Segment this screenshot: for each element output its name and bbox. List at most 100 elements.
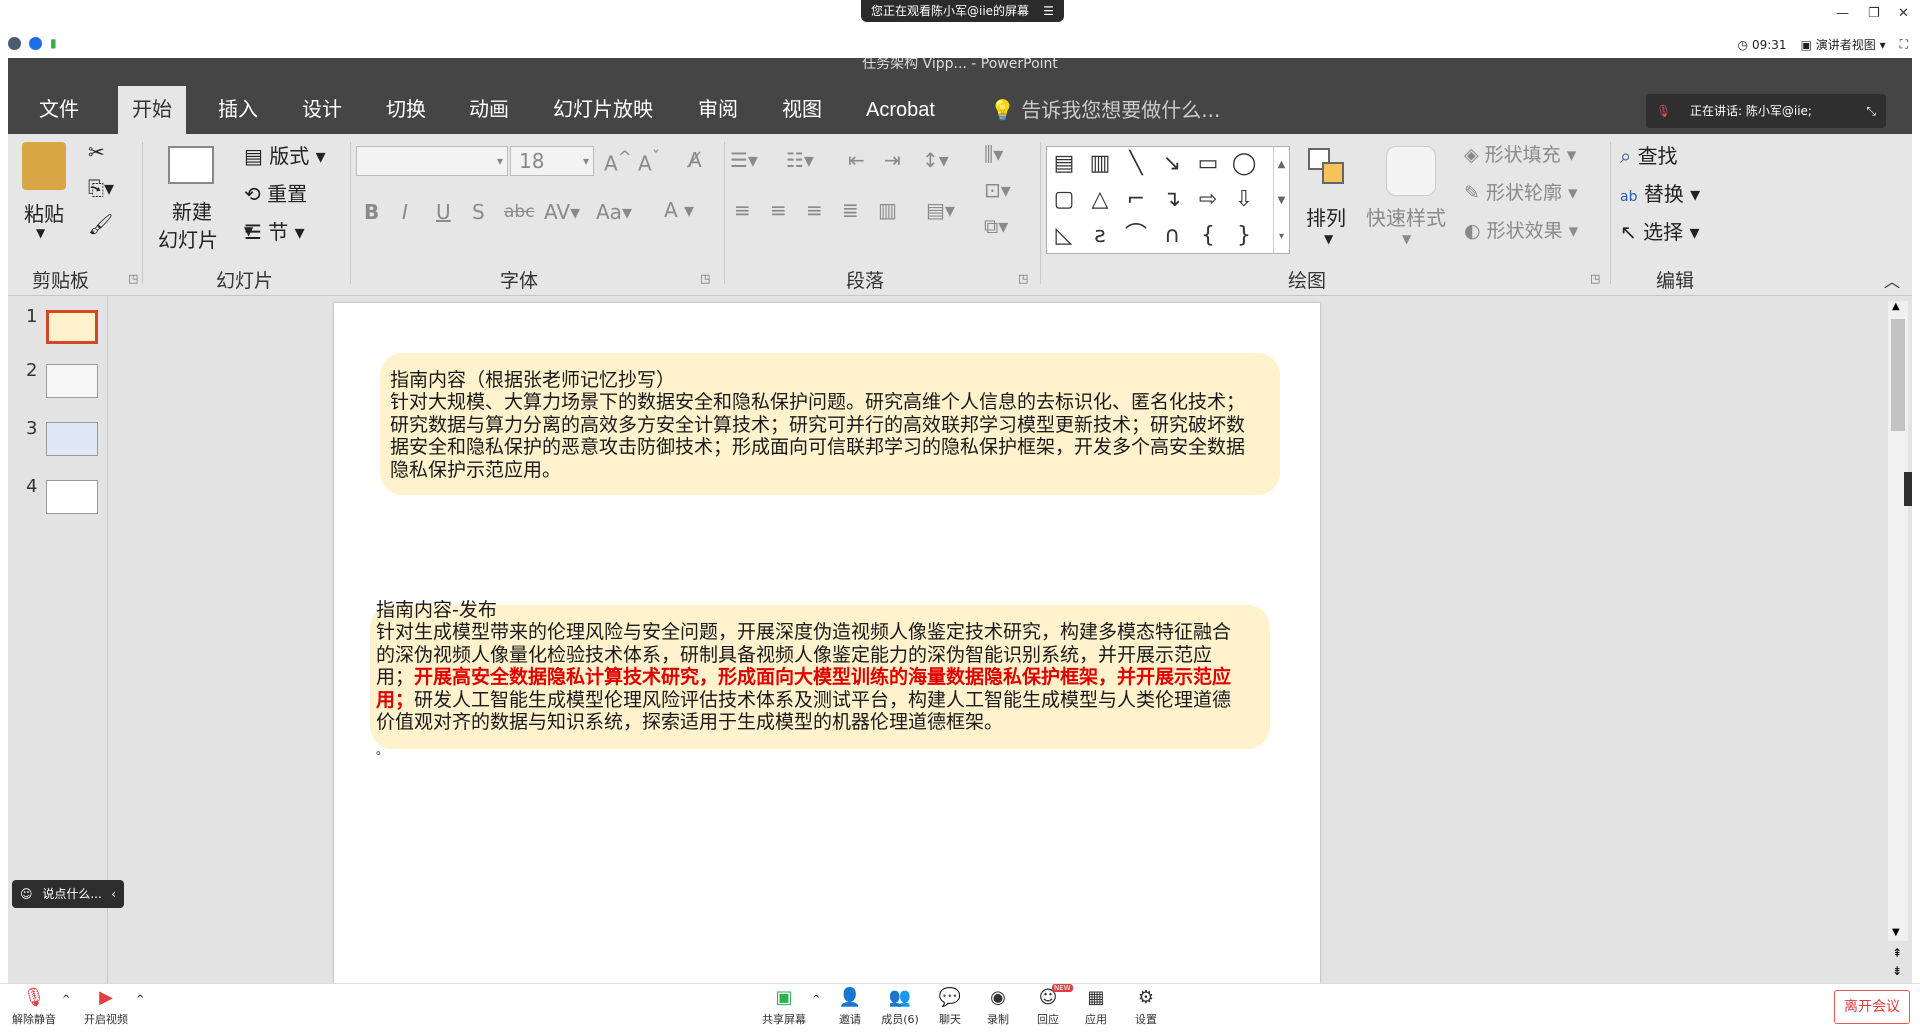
signal-icon[interactable]: ▮	[50, 36, 57, 50]
left-brace-icon[interactable]: {	[1195, 223, 1221, 249]
restore-icon[interactable]: ❐	[1868, 6, 1880, 21]
slide-canvas[interactable]: 指南内容（根据张老师记忆抄写） 针对大规模、大算力场景下的数据安全和隐私保护问题…	[334, 303, 1320, 983]
tab-animations[interactable]: 动画	[469, 86, 509, 134]
shadow-icon[interactable]: S	[472, 200, 485, 224]
change-case-icon[interactable]: Aa▾	[596, 200, 632, 224]
italic-icon[interactable]: I	[402, 200, 408, 224]
chevron-up-icon[interactable]: ^	[812, 994, 820, 1005]
slide-thumbnail-3[interactable]	[46, 422, 98, 456]
paragraph-launcher-icon[interactable]: ◳	[1018, 272, 1028, 285]
justify-icon[interactable]: ≣	[842, 198, 859, 222]
tab-acrobat[interactable]: Acrobat	[866, 86, 935, 134]
emoji-icon[interactable]: ☺	[20, 887, 33, 901]
new-slide-label-1[interactable]: 新建	[172, 196, 212, 225]
chat-input-bar[interactable]: ☺ 说点什么... ‹	[12, 880, 124, 908]
chevron-up-icon[interactable]: ^	[62, 994, 70, 1005]
format-painter-icon[interactable]: 🖌	[88, 212, 113, 236]
tab-slideshow[interactable]: 幻灯片放映	[553, 86, 653, 134]
fullscreen-icon[interactable]: ⛶	[1900, 37, 1908, 52]
new-slide-label-2[interactable]: 幻灯片	[158, 224, 218, 253]
tab-file[interactable]: 文件	[39, 86, 79, 134]
scribble-icon[interactable]: ƨ	[1087, 223, 1113, 249]
strikethrough-icon[interactable]: abc	[504, 202, 535, 222]
paste-button[interactable]: 粘贴	[24, 198, 64, 227]
quick-styles-icon[interactable]	[1386, 146, 1436, 196]
paste-dropdown-icon[interactable]: ▼	[36, 226, 45, 240]
gallery-scroll[interactable]: ▲ ▼ ▾	[1273, 147, 1289, 253]
new-slide-icon[interactable]	[168, 146, 214, 184]
view-switch[interactable]: ▣ 演讲者视图 ▾	[1801, 36, 1886, 53]
shapes-gallery[interactable]: ▤ ▥ ╲ ↘ ▭ ◯ ▢ △ ⌐ ↴ ⇨ ⇩ ◺ ƨ ⌒ ∩ { } ▲ ▼ ▾	[1046, 146, 1290, 254]
tab-view[interactable]: 视图	[782, 86, 822, 134]
content-box-1[interactable]: 指南内容（根据张老师记忆抄写） 针对大规模、大算力场景下的数据安全和隐私保护问题…	[380, 353, 1280, 495]
font-name-combo[interactable]: ▾	[356, 146, 508, 176]
right-arrow-icon[interactable]: ⇨	[1195, 187, 1221, 213]
columns-icon[interactable]: ▤▾	[926, 198, 955, 222]
minimize-icon[interactable]: —	[1836, 6, 1849, 21]
unmute-button[interactable]: 🎙 解除静音	[10, 988, 58, 1027]
align-left-icon[interactable]: ≡	[734, 198, 751, 222]
textbox-icon[interactable]: ▤	[1051, 151, 1077, 177]
numbering-icon[interactable]: ☷▾	[786, 148, 814, 172]
increase-indent-icon[interactable]: ⇥	[884, 148, 901, 172]
slide-thumbnail-1[interactable]	[46, 310, 98, 344]
cut-icon[interactable]: ✂	[88, 140, 105, 164]
font-color-icon[interactable]: A ▾	[664, 198, 694, 222]
shape-effects-button[interactable]: ◐ 形状效果 ▾	[1464, 216, 1578, 243]
slide-thumbnail-4[interactable]	[46, 480, 98, 514]
smartart-icon[interactable]: ⧉▾	[984, 214, 1008, 238]
share-banner[interactable]: 您正在观看陈小军@iie的屏幕 ☰	[861, 0, 1064, 22]
align-text-icon[interactable]: ⊡▾	[984, 178, 1011, 202]
arrange-dropdown-icon[interactable]: ▼	[1324, 232, 1333, 246]
find-button[interactable]: ⌕ 查找	[1620, 140, 1678, 169]
shape-fill-button[interactable]: ◈ 形状填充 ▾	[1464, 140, 1576, 167]
align-center-icon[interactable]: ≡	[770, 198, 787, 222]
reset-button[interactable]: ⟲ 重置	[244, 178, 307, 207]
tab-insert[interactable]: 插入	[218, 86, 258, 134]
underline-icon[interactable]: U	[436, 200, 451, 224]
rectangle-icon[interactable]: ▭	[1195, 151, 1221, 177]
leave-meeting-button[interactable]: 离开会议	[1834, 990, 1910, 1024]
apps-button[interactable]: ▦ 应用	[1078, 988, 1114, 1027]
layout-button[interactable]: ▤ 版式 ▾	[244, 140, 326, 169]
tab-review[interactable]: 审阅	[698, 86, 738, 134]
rounded-rect-icon[interactable]: ▢	[1051, 187, 1077, 213]
select-button[interactable]: ↖ 选择 ▾	[1620, 216, 1700, 245]
chevron-left-icon[interactable]: ‹	[111, 880, 116, 908]
chat-button[interactable]: 💬 聊天	[932, 988, 968, 1027]
arc-icon[interactable]: ⌒	[1123, 223, 1149, 249]
line-icon[interactable]: ╲	[1123, 151, 1149, 177]
shield-icon[interactable]	[29, 36, 42, 50]
next-slide-icon[interactable]: ⇟	[1892, 964, 1902, 978]
settings-button[interactable]: ⚙ 设置	[1128, 988, 1164, 1027]
text-direction-icon[interactable]: ⫼▾	[984, 142, 1003, 166]
vertical-textbox-icon[interactable]: ▥	[1087, 151, 1113, 177]
font-size-combo[interactable]: 18 ▾	[510, 146, 594, 176]
share-screen-button[interactable]: ▣ 共享屏幕	[758, 988, 810, 1027]
tell-me-search[interactable]: 💡 告诉我您想要做什么...	[990, 86, 1220, 134]
clear-format-icon[interactable]: A̸	[688, 148, 702, 172]
distributed-icon[interactable]: ▥	[878, 198, 897, 222]
vertical-scrollbar[interactable]: ▲ ▼	[1888, 301, 1908, 941]
record-button[interactable]: ◉ 录制	[980, 988, 1016, 1027]
tab-transitions[interactable]: 切换	[386, 86, 426, 134]
align-right-icon[interactable]: ≡	[806, 198, 823, 222]
copy-icon[interactable]: ⎘▾	[88, 176, 114, 200]
freeform-icon[interactable]: ◺	[1051, 223, 1077, 249]
collapse-icon[interactable]: ⤡	[1866, 94, 1876, 128]
elbow-connector-icon[interactable]: ⌐	[1123, 187, 1149, 213]
elbow-arrow-icon[interactable]: ↴	[1159, 187, 1185, 213]
right-brace-icon[interactable]: }	[1231, 223, 1257, 249]
quick-styles-button[interactable]: 快速样式	[1366, 202, 1446, 231]
char-spacing-icon[interactable]: AV▾	[544, 200, 580, 224]
info-icon[interactable]	[8, 36, 21, 50]
replace-button[interactable]: ab 替换 ▾	[1620, 178, 1700, 207]
scroll-up-icon[interactable]: ▲	[1892, 301, 1900, 312]
line-spacing-icon[interactable]: ↕▾	[922, 148, 949, 172]
prev-slide-icon[interactable]: ⇞	[1892, 946, 1902, 960]
clipboard-launcher-icon[interactable]: ◳	[128, 272, 138, 285]
arrange-icon[interactable]	[1308, 148, 1354, 194]
chevron-up-icon[interactable]: ^	[136, 994, 144, 1005]
down-arrow-icon[interactable]: ⇩	[1231, 187, 1257, 213]
quick-styles-dropdown-icon[interactable]: ▼	[1402, 232, 1411, 246]
